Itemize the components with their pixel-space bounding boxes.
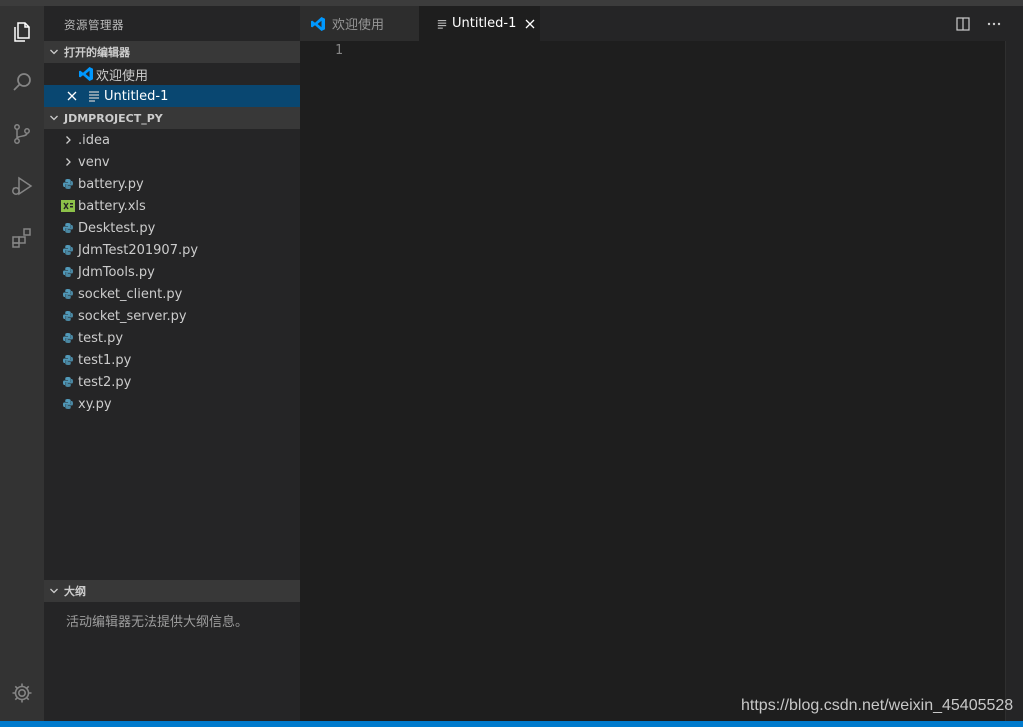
chevron-down-icon	[44, 586, 64, 596]
close-icon[interactable]	[64, 88, 80, 104]
tab-untitled[interactable]: Untitled-1	[419, 6, 540, 41]
project-label: JDMPROJECT_PY	[64, 111, 163, 125]
file-label: battery.xls	[78, 198, 146, 214]
project-header[interactable]: JDMPROJECT_PY	[44, 107, 300, 129]
text-file-icon	[86, 88, 102, 104]
file-label: Desktest.py	[78, 220, 156, 236]
file-item[interactable]: Desktest.py	[44, 217, 300, 239]
file-item[interactable]: xy.py	[44, 393, 300, 415]
open-editor-label: Untitled-1	[104, 88, 169, 104]
explorer-title: 资源管理器	[64, 18, 124, 32]
editor-tab-bar: 欢迎使用 Untitled-1	[300, 6, 1023, 41]
file-item[interactable]: socket_client.py	[44, 283, 300, 305]
python-icon	[60, 242, 76, 258]
file-label: socket_server.py	[78, 308, 187, 324]
explorer-sidebar: 资源管理器 打开的编辑器 欢迎使用 Untitled-1 JDMPROJECT_…	[44, 6, 300, 721]
file-item[interactable]: test2.py	[44, 371, 300, 393]
tab-label: 欢迎使用	[332, 18, 385, 33]
file-label: xy.py	[78, 396, 112, 412]
text-file-icon	[437, 19, 447, 29]
vscode-logo-icon	[78, 66, 94, 82]
file-label: JdmTest201907.py	[78, 242, 199, 258]
open-editors-header[interactable]: 打开的编辑器	[44, 41, 300, 63]
file-label: JdmTools.py	[78, 264, 155, 280]
file-label: test.py	[78, 330, 124, 346]
python-icon	[60, 330, 76, 346]
file-label: test2.py	[78, 374, 132, 390]
folder-label: .idea	[78, 132, 110, 148]
open-editor-item-untitled[interactable]: Untitled-1	[44, 85, 300, 107]
python-icon	[60, 264, 76, 280]
outline-header[interactable]: 大纲	[44, 580, 300, 602]
python-icon	[60, 374, 76, 390]
more-actions-icon[interactable]	[986, 6, 1002, 41]
open-editor-item-welcome[interactable]: 欢迎使用	[44, 63, 300, 85]
activity-bar	[0, 6, 44, 721]
file-item[interactable]: JdmTools.py	[44, 261, 300, 283]
folder-item[interactable]: venv	[44, 151, 300, 173]
file-label: battery.py	[78, 176, 144, 192]
python-icon	[60, 352, 76, 368]
file-item[interactable]: JdmTest201907.py	[44, 239, 300, 261]
line-number: 1	[335, 43, 343, 58]
open-editors-label: 打开的编辑器	[64, 46, 130, 59]
excel-icon	[60, 198, 76, 214]
python-icon	[60, 396, 76, 412]
settings-gear-icon[interactable]	[6, 677, 38, 709]
chevron-down-icon	[44, 47, 64, 57]
open-editor-label: 欢迎使用	[96, 68, 149, 84]
chevron-right-icon	[60, 132, 76, 148]
file-label: socket_client.py	[78, 286, 183, 302]
chevron-right-icon	[60, 154, 76, 170]
file-item[interactable]: test1.py	[44, 349, 300, 371]
editor-scrollbar[interactable]	[1005, 41, 1023, 721]
close-icon[interactable]	[525, 19, 535, 29]
source-control-icon[interactable]	[6, 118, 38, 150]
folder-label: venv	[78, 154, 110, 170]
outline-message: 活动编辑器无法提供大纲信息。	[66, 615, 249, 630]
python-icon	[60, 220, 76, 236]
file-item[interactable]: battery.py	[44, 173, 300, 195]
status-bar	[0, 721, 1023, 727]
file-item[interactable]: test.py	[44, 327, 300, 349]
run-debug-icon[interactable]	[6, 170, 38, 202]
file-item[interactable]: battery.xls	[44, 195, 300, 217]
file-label: test1.py	[78, 352, 132, 368]
vscode-logo-icon	[310, 16, 326, 32]
watermark: https://blog.csdn.net/weixin_45405528	[741, 697, 1014, 714]
tab-label: Untitled-1	[452, 16, 517, 31]
search-icon[interactable]	[6, 66, 38, 98]
outline-label: 大纲	[64, 585, 86, 598]
tab-welcome[interactable]: 欢迎使用	[300, 6, 419, 41]
file-item[interactable]: socket_server.py	[44, 305, 300, 327]
split-editor-icon[interactable]	[955, 6, 971, 41]
editor-area[interactable]: 1	[300, 41, 1005, 721]
files-icon[interactable]	[6, 16, 38, 48]
python-icon	[60, 286, 76, 302]
python-icon	[60, 308, 76, 324]
extensions-icon[interactable]	[6, 222, 38, 254]
python-icon	[60, 176, 76, 192]
folder-item[interactable]: .idea	[44, 129, 300, 151]
chevron-down-icon	[44, 113, 64, 123]
